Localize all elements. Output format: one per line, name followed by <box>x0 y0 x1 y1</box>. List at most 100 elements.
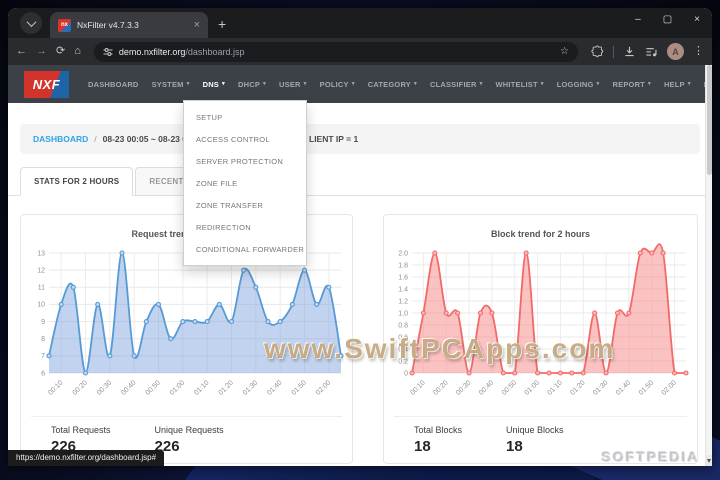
close-button[interactable]: × <box>694 14 700 25</box>
new-tab-button[interactable]: + <box>218 16 226 32</box>
nxfilter-favicon: nx <box>58 18 71 32</box>
scrollbar-thumb[interactable] <box>707 65 712 175</box>
svg-text:1.0: 1.0 <box>398 310 408 317</box>
svg-text:2.0: 2.0 <box>398 250 408 257</box>
url-text[interactable]: demo.nxfilter.org/dashboard.jsp <box>119 47 245 57</box>
menu-item-zone-file[interactable]: ZONE FILE <box>184 172 306 194</box>
svg-text:7: 7 <box>41 353 45 360</box>
caret-down-icon: ▾ <box>186 81 190 87</box>
nav-item-dashboard[interactable]: DASHBOARD <box>88 80 139 89</box>
browser-tab-strip: nx NxFilter v4.7.3.3 × + – ▢ × <box>8 8 712 38</box>
download-icon[interactable] <box>623 45 636 58</box>
nav-item-dhcp[interactable]: DHCP ▾ <box>238 80 266 89</box>
caret-down-icon: ▾ <box>647 81 651 87</box>
svg-text:9: 9 <box>41 319 45 326</box>
request-trend-chart: 6 7 8 9 10 11 12 13 00:10 00:20 00:30 00:40 00:50 01:… <box>37 250 344 397</box>
breadcrumb: DASHBOARD / 08-23 00:05 ~ 08-23 02:05 LI… <box>20 124 700 154</box>
nav-item-classifier[interactable]: CLASSIFIER ▾ <box>430 80 483 89</box>
block-trend-card: Block trend for 2 hours 0 0.2 0.4 0.6 0.8 1.0… <box>383 214 698 464</box>
breadcrumb-dashboard-link[interactable]: DASHBOARD <box>33 134 88 144</box>
nav-item-whitelist[interactable]: WHITELIST ▾ <box>496 80 544 89</box>
menu-item-redirection[interactable]: REDIRECTION <box>184 216 306 238</box>
nav-item-logging[interactable]: LOGGING ▾ <box>557 80 600 89</box>
nav-item-system[interactable]: SYSTEM ▾ <box>152 80 190 89</box>
browser-menu-icon[interactable]: ⋮ <box>693 46 704 57</box>
svg-text:12: 12 <box>37 267 45 274</box>
svg-text:8: 8 <box>41 336 45 343</box>
window-controls: – ▢ × <box>635 14 700 25</box>
reload-button[interactable]: ⟳ <box>56 46 65 57</box>
page-scrollbar[interactable] <box>705 65 712 466</box>
caret-down-icon: ▾ <box>263 81 267 87</box>
svg-text:00:50: 00:50 <box>145 379 162 396</box>
svg-text:02:00: 02:00 <box>661 379 678 396</box>
svg-text:0: 0 <box>404 370 408 377</box>
svg-text:00:10: 00:10 <box>47 379 64 396</box>
menu-item-access-control[interactable]: ACCESS CONTROL <box>184 128 306 150</box>
minimize-button[interactable]: – <box>635 14 641 25</box>
back-button[interactable]: ← <box>16 46 27 57</box>
status-url-tooltip: https://demo.nxfilter.org/dashboard.jsp# <box>8 450 165 466</box>
svg-text:01:20: 01:20 <box>218 379 235 396</box>
svg-text:0.2: 0.2 <box>398 358 408 365</box>
menu-item-setup[interactable]: SETUP <box>184 106 306 128</box>
menu-item-conditional-forwarder[interactable]: CONDITIONAL FORWARDER <box>184 238 306 260</box>
stat-unique-requests: Unique Requests 226 <box>154 425 224 455</box>
media-controls-icon[interactable] <box>645 45 658 58</box>
toolbar-divider <box>613 45 614 58</box>
svg-text:00:30: 00:30 <box>455 379 472 396</box>
site-info-icon[interactable] <box>103 47 113 57</box>
svg-text:0.6: 0.6 <box>398 334 408 341</box>
svg-text:01:10: 01:10 <box>546 379 563 396</box>
svg-text:00:20: 00:20 <box>432 379 449 396</box>
scrollbar-down-arrow[interactable] <box>706 455 712 466</box>
home-button[interactable]: ⌂ <box>74 46 81 57</box>
maximize-button[interactable]: ▢ <box>663 14 672 25</box>
menu-item-zone-transfer[interactable]: ZONE TRANSFER <box>184 194 306 216</box>
block-totals: Total Blocks 18 Unique Blocks 18 <box>394 416 687 455</box>
caret-down-icon: ▾ <box>414 81 417 87</box>
svg-text:01:00: 01:00 <box>524 379 541 396</box>
browser-window: nx NxFilter v4.7.3.3 × + – ▢ × ← → ⟳ ⌂ d… <box>8 8 712 466</box>
svg-text:01:50: 01:50 <box>291 379 308 396</box>
svg-text:01:30: 01:30 <box>242 379 259 396</box>
main-nav: DASHBOARD SYSTEM ▾ DNS ▾ DHCP ▾ USER ▾ POLICY ▾ CAT… <box>88 80 712 89</box>
svg-text:01:20: 01:20 <box>569 379 586 396</box>
svg-text:1.8: 1.8 <box>398 262 408 269</box>
block-trend-chart: 0 0.2 0.4 0.6 0.8 1.0 1.2 1.4 1.6 1.8 2.0 00:10 00:2… <box>398 243 689 397</box>
stat-total-blocks: Total Blocks 18 <box>414 425 463 455</box>
extensions-icon[interactable] <box>591 45 604 58</box>
nxfilter-logo[interactable]: NXF <box>24 70 69 98</box>
desktop-background: nx NxFilter v4.7.3.3 × + – ▢ × ← → ⟳ ⌂ d… <box>0 0 720 480</box>
caret-down-icon: ▾ <box>596 81 600 87</box>
svg-text:01:10: 01:10 <box>193 379 210 396</box>
caret-down-icon: ▾ <box>479 81 483 87</box>
webpage: NXF DASHBOARD SYSTEM ▾ DNS ▾ DHCP ▾ USER ▾ POLICY… <box>8 65 712 466</box>
address-bar[interactable]: demo.nxfilter.org/dashboard.jsp ☆ <box>93 41 578 62</box>
menu-item-server-protection[interactable]: SERVER PROTECTION <box>184 150 306 172</box>
tab-close-icon[interactable]: × <box>194 19 200 31</box>
nav-item-policy[interactable]: POLICY ▾ <box>320 80 355 89</box>
block-chart-title: Block trend for 2 hours <box>490 229 590 239</box>
svg-text:00:10: 00:10 <box>409 379 426 396</box>
nav-item-category[interactable]: CATEGORY ▾ <box>368 80 417 89</box>
profile-avatar[interactable]: A <box>667 43 684 60</box>
nav-item-dns[interactable]: DNS ▾ <box>203 80 225 89</box>
tab-search-button[interactable] <box>20 12 42 34</box>
nav-item-help[interactable]: HELP ▾ <box>664 80 691 89</box>
breadcrumb-client-ip: LIENT IP = 1 <box>309 134 359 144</box>
browser-toolbar: ← → ⟳ ⌂ demo.nxfilter.org/dashboard.jsp … <box>8 38 712 65</box>
browser-tab[interactable]: nx NxFilter v4.7.3.3 × <box>50 12 208 38</box>
caret-down-icon: ▾ <box>687 81 691 87</box>
forward-button[interactable]: → <box>36 46 47 57</box>
svg-text:1.4: 1.4 <box>398 286 408 293</box>
svg-text:13: 13 <box>37 250 45 257</box>
tab-stats-for-2-hours[interactable]: STATS FOR 2 HOURS <box>20 167 134 196</box>
bookmark-star-icon[interactable]: ☆ <box>560 46 569 57</box>
page-tabs: STATS FOR 2 HOURSRECENT BLOCK <box>8 167 712 196</box>
nav-item-report[interactable]: REPORT ▾ <box>613 80 651 89</box>
svg-text:10: 10 <box>37 302 45 309</box>
nav-item-user[interactable]: USER ▾ <box>279 80 307 89</box>
svg-text:01:30: 01:30 <box>592 379 609 396</box>
svg-text:00:40: 00:40 <box>478 379 495 396</box>
